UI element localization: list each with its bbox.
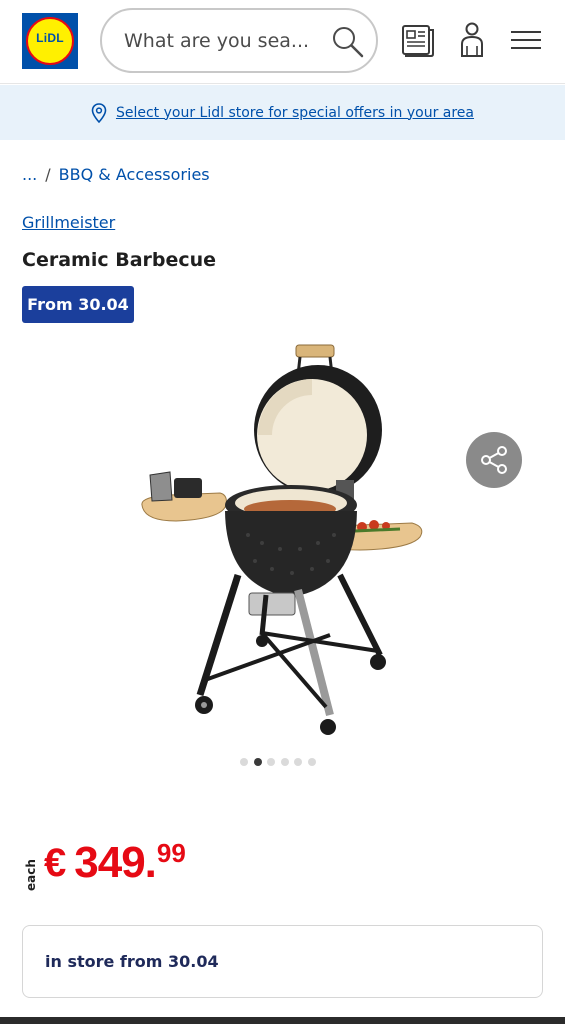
select-store-link[interactable]: Select your Lidl store for special offer… bbox=[116, 105, 474, 121]
store-selection-banner: Select your Lidl store for special offer… bbox=[0, 85, 565, 140]
search-input[interactable] bbox=[124, 24, 314, 58]
share-button[interactable] bbox=[466, 432, 522, 488]
price-unit: each bbox=[24, 859, 38, 891]
location-pin-icon bbox=[91, 102, 107, 123]
product-title: Ceramic Barbecue bbox=[22, 249, 217, 271]
product-image-gallery[interactable] bbox=[0, 335, 565, 755]
breadcrumb-separator: / bbox=[45, 165, 51, 184]
breadcrumb-category-link[interactable]: BBQ & Accessories bbox=[59, 165, 210, 184]
gallery-dot[interactable] bbox=[294, 758, 302, 766]
breadcrumb: ... / BBQ & Accessories bbox=[22, 165, 210, 184]
product-image bbox=[141, 344, 423, 735]
gallery-dot[interactable] bbox=[267, 758, 275, 766]
menu-icon[interactable] bbox=[508, 20, 544, 60]
price-currency: € bbox=[44, 841, 67, 885]
gallery-dot[interactable] bbox=[280, 758, 289, 766]
product-page: LiDL What are you sea... Select your Lid… bbox=[0, 0, 565, 1024]
leaflet-icon[interactable] bbox=[399, 20, 435, 60]
lidl-logo[interactable]: LiDL bbox=[22, 13, 78, 69]
gallery-dot[interactable] bbox=[307, 758, 316, 766]
availability-date-badge: From 30.04 bbox=[22, 286, 134, 323]
price-whole: 349. bbox=[74, 838, 157, 887]
logo-text: LiDL bbox=[36, 31, 64, 45]
search-box[interactable] bbox=[100, 8, 378, 73]
breadcrumb-ellipsis[interactable]: ... bbox=[22, 165, 37, 184]
availability-box: in store from 30.04 bbox=[22, 925, 543, 998]
share-icon bbox=[481, 446, 507, 474]
bottom-bar bbox=[0, 1017, 565, 1024]
gallery-dot[interactable] bbox=[253, 758, 262, 766]
account-icon[interactable] bbox=[454, 20, 490, 60]
search-icon[interactable] bbox=[330, 24, 366, 60]
brand-link[interactable]: Grillmeister bbox=[22, 213, 115, 232]
product-price: € 349. 99 bbox=[44, 838, 186, 888]
gallery-pagination bbox=[240, 758, 321, 766]
gallery-dot[interactable] bbox=[240, 758, 248, 766]
price-cents: 99 bbox=[156, 838, 186, 868]
site-header: LiDL bbox=[0, 0, 565, 84]
availability-text: in store from 30.04 bbox=[45, 952, 219, 971]
